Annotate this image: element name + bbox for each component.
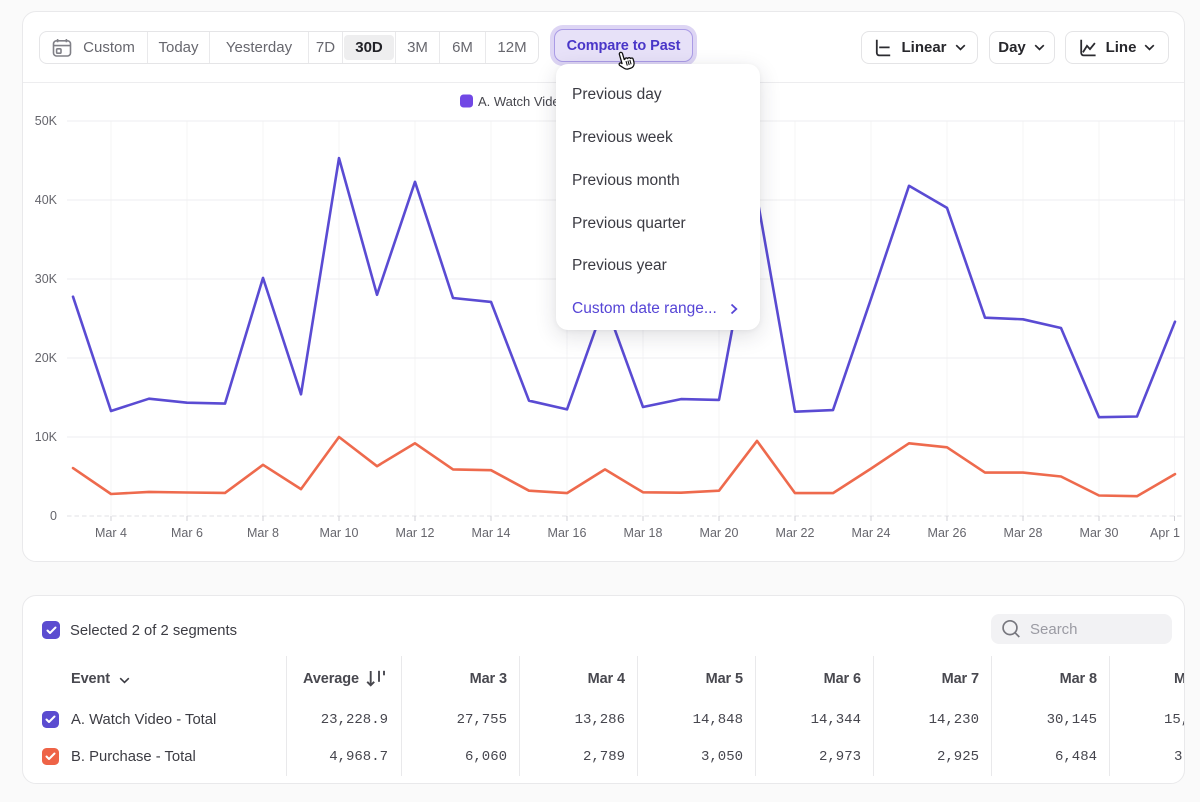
svg-text:Mar 20: Mar 20	[700, 526, 739, 540]
svg-text:Mar 6: Mar 6	[171, 526, 203, 540]
svg-text:Apr 1: Apr 1	[1150, 526, 1180, 540]
svg-text:0: 0	[50, 509, 57, 523]
svg-text:50K: 50K	[35, 114, 58, 128]
svg-text:Mar 30: Mar 30	[1080, 526, 1119, 540]
svg-text:Mar 16: Mar 16	[548, 526, 587, 540]
svg-text:Mar 10: Mar 10	[320, 526, 359, 540]
svg-text:Mar 18: Mar 18	[624, 526, 663, 540]
svg-text:Mar 24: Mar 24	[852, 526, 891, 540]
svg-text:Mar 26: Mar 26	[928, 526, 967, 540]
svg-text:Mar 22: Mar 22	[776, 526, 815, 540]
svg-text:Mar 28: Mar 28	[1004, 526, 1043, 540]
svg-text:Mar 8: Mar 8	[247, 526, 279, 540]
svg-text:10K: 10K	[35, 430, 58, 444]
svg-text:30K: 30K	[35, 272, 58, 286]
svg-text:20K: 20K	[35, 351, 58, 365]
svg-text:Mar 4: Mar 4	[95, 526, 127, 540]
svg-text:40K: 40K	[35, 193, 58, 207]
svg-text:Mar 14: Mar 14	[472, 526, 511, 540]
svg-text:Mar 12: Mar 12	[396, 526, 435, 540]
